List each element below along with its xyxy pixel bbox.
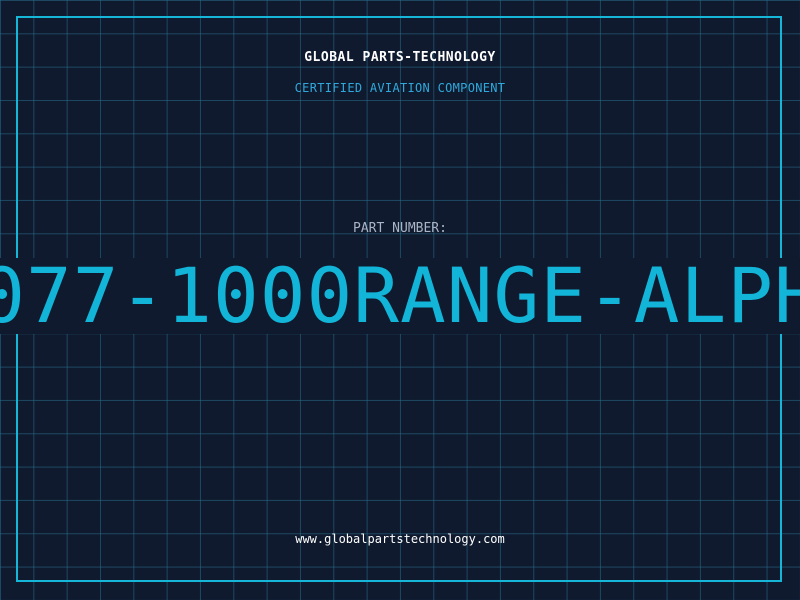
website-url: www.globalpartstechnology.com [295, 532, 505, 546]
part-number-value: 077-1000RANGE-ALPH [0, 258, 800, 334]
part-number-band: 077-1000RANGE-ALPH [0, 258, 800, 334]
part-number-label: PART NUMBER: [353, 221, 447, 236]
label-card: GLOBAL PARTS-TECHNOLOGY CERTIFIED AVIATI… [0, 0, 800, 600]
certification-subtitle: CERTIFIED AVIATION COMPONENT [294, 81, 506, 95]
company-name: GLOBAL PARTS-TECHNOLOGY [304, 50, 496, 65]
